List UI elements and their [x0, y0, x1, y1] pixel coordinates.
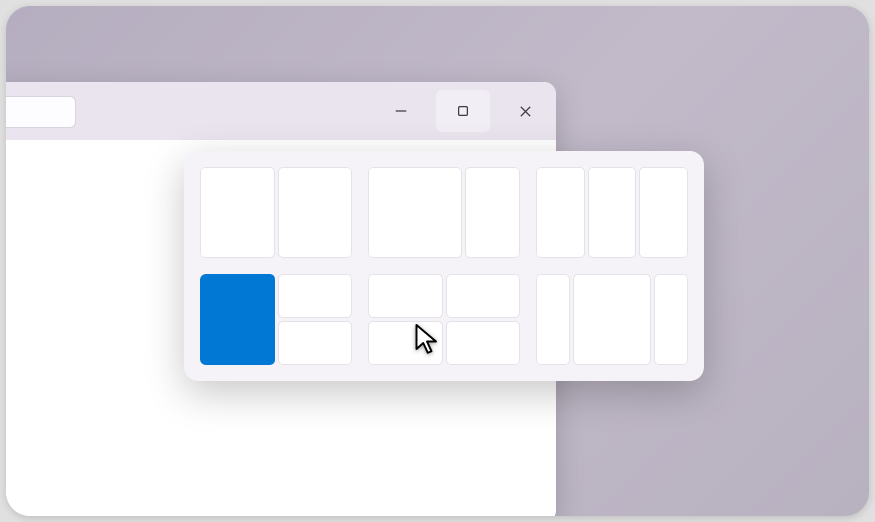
- snap-cell[interactable]: [639, 167, 688, 258]
- snap-cell[interactable]: [573, 274, 651, 365]
- snap-layout-two-left-wide[interactable]: [368, 167, 520, 258]
- snap-cell[interactable]: [588, 167, 637, 258]
- snap-cell[interactable]: [536, 274, 570, 365]
- snap-cell[interactable]: [446, 274, 521, 318]
- snap-layout-four-quadrants[interactable]: [368, 274, 520, 365]
- snap-cell[interactable]: [536, 167, 585, 258]
- close-button[interactable]: [494, 82, 556, 140]
- snap-cell[interactable]: [465, 167, 520, 258]
- titlebar[interactable]: [6, 82, 556, 140]
- snap-cell[interactable]: [200, 167, 275, 258]
- address-field[interactable]: [6, 96, 76, 128]
- snap-cell[interactable]: [368, 321, 443, 365]
- snap-layout-two-equal[interactable]: [200, 167, 352, 258]
- snap-cell[interactable]: [368, 274, 443, 318]
- minimize-icon: [393, 104, 409, 118]
- snap-layouts-flyout[interactable]: [184, 151, 704, 381]
- snap-cell[interactable]: [368, 167, 462, 258]
- window-controls: [370, 82, 556, 140]
- desktop-viewport: [6, 6, 869, 516]
- close-icon: [518, 104, 533, 119]
- snap-layout-left-half-right-split[interactable]: [200, 274, 352, 365]
- snap-cell-selected[interactable]: [200, 274, 275, 365]
- maximize-icon: [456, 104, 470, 118]
- snap-cell[interactable]: [446, 321, 521, 365]
- snap-cell[interactable]: [278, 321, 353, 365]
- snap-layout-three-columns[interactable]: [536, 167, 688, 258]
- snap-cell[interactable]: [278, 274, 353, 318]
- snap-cell[interactable]: [278, 167, 353, 258]
- snap-cell[interactable]: [654, 274, 688, 365]
- minimize-button[interactable]: [370, 82, 432, 140]
- maximize-button[interactable]: [436, 90, 490, 132]
- snap-layout-three-center-wide[interactable]: [536, 274, 688, 365]
